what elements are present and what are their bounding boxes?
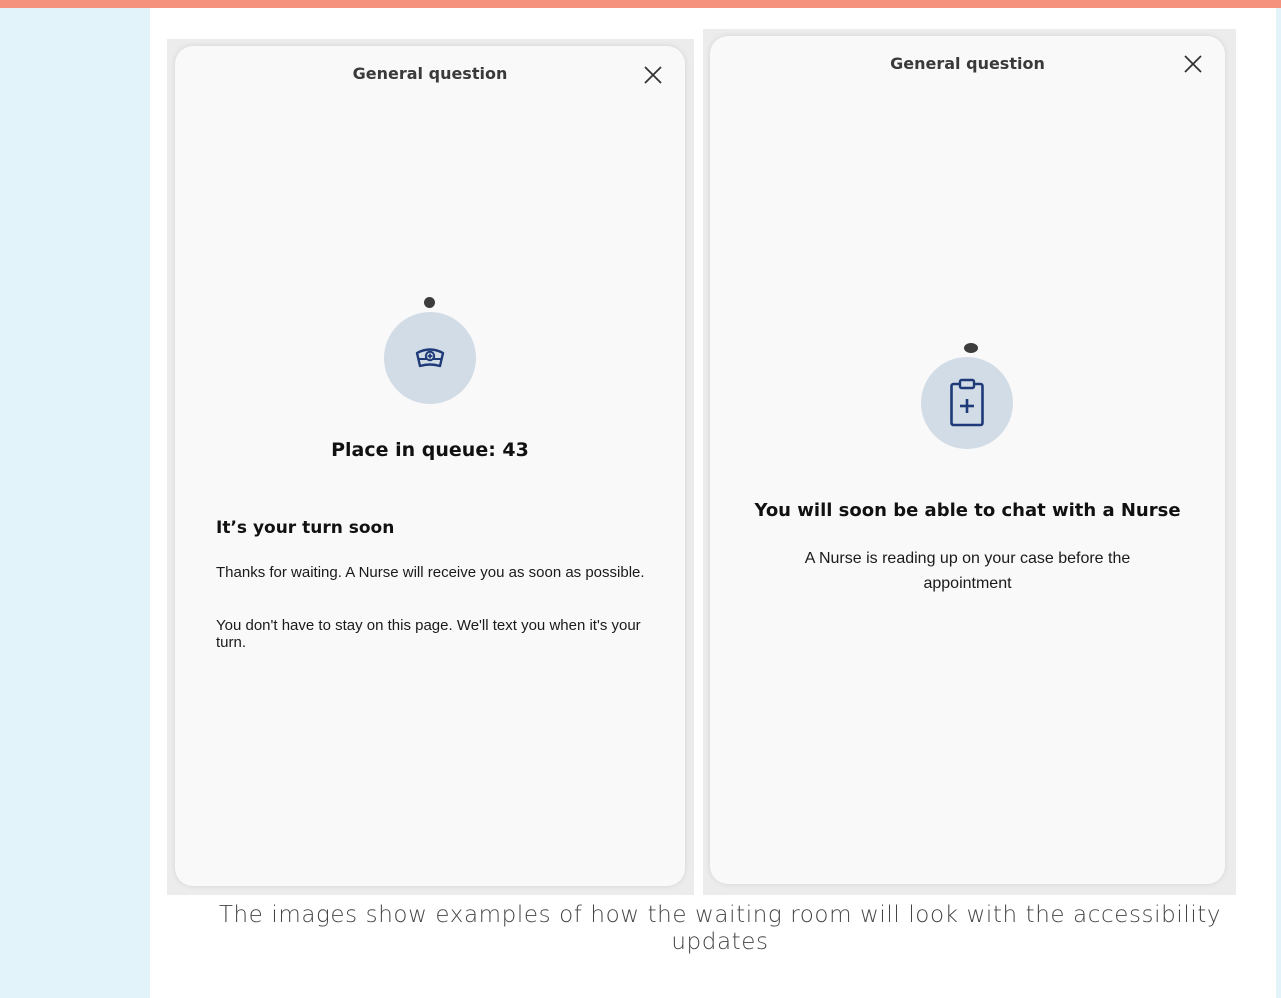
- clipboard-plus-icon: [950, 378, 984, 427]
- icon-circle: [384, 312, 476, 404]
- waiting-room-queue-screenshot: General question Place in queue: 43 It’s…: [167, 39, 694, 895]
- nurse-cap-icon: [415, 348, 445, 368]
- text-notice-paragraph: You don't have to stay on this page. We'…: [216, 617, 641, 651]
- icon-circle: [921, 357, 1013, 449]
- status-dot: [424, 297, 435, 308]
- accent-bar: [0, 0, 1281, 8]
- queue-panel: General question Place in queue: 43 It’s…: [175, 46, 685, 886]
- left-side-strip: [0, 8, 150, 998]
- turn-soon-heading: It’s your turn soon: [216, 518, 395, 538]
- close-icon[interactable]: [1182, 53, 1204, 75]
- close-icon[interactable]: [642, 64, 664, 86]
- panel-title: General question: [890, 54, 1045, 73]
- reading-case-paragraph: A Nurse is reading up on your case befor…: [804, 550, 1131, 592]
- nurse-panel: General question You will soon be able t…: [710, 36, 1225, 884]
- thanks-paragraph: Thanks for waiting. A Nurse will receive…: [216, 564, 645, 581]
- right-side-strip: [1276, 8, 1281, 998]
- image-caption: The images show examples of how the wait…: [218, 902, 1222, 955]
- status-dot: [964, 343, 978, 353]
- waiting-room-nurse-screenshot: General question You will soon be able t…: [703, 29, 1236, 895]
- chat-soon-heading: You will soon be able to chat with a Nur…: [754, 500, 1181, 521]
- queue-position: Place in queue: 43: [331, 439, 529, 461]
- panel-title: General question: [352, 64, 508, 83]
